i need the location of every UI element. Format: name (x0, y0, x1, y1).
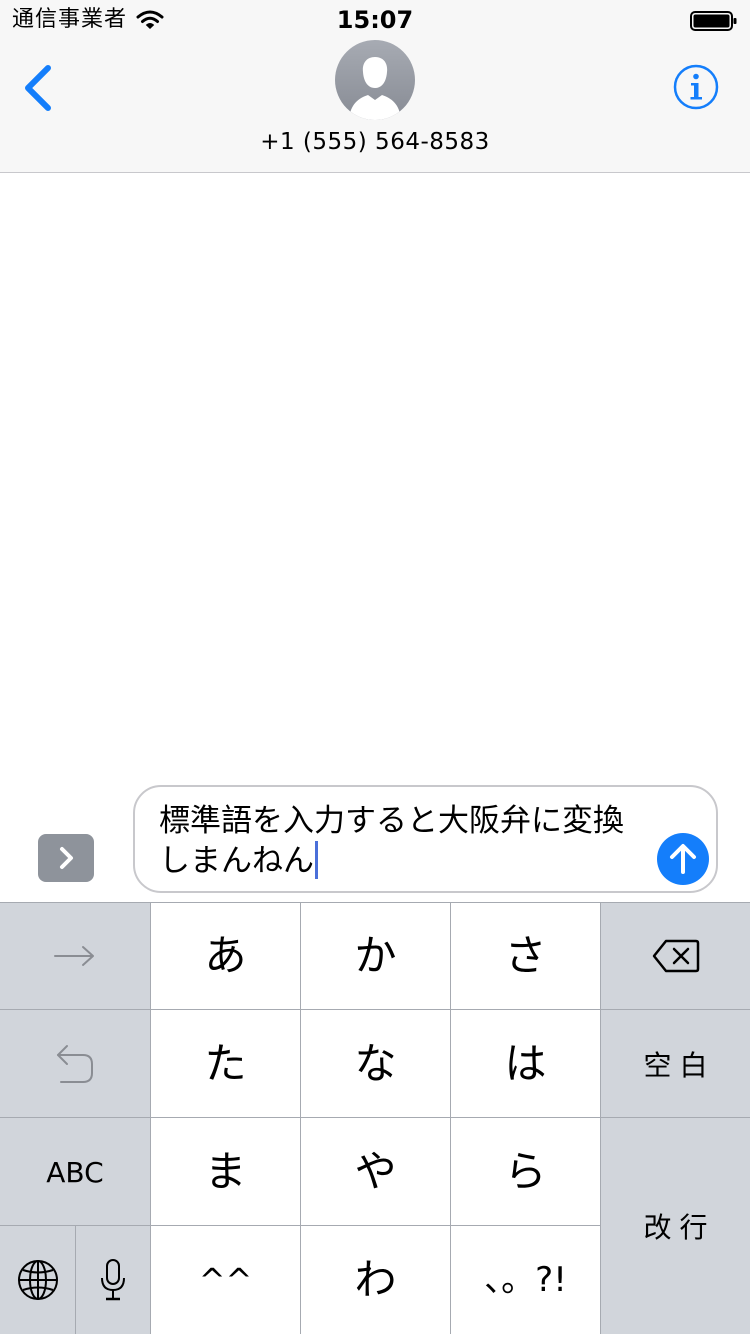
key-sa[interactable]: さ (451, 902, 600, 1010)
return-key-label: 改行 (643, 1211, 716, 1244)
person-silhouette-icon (349, 57, 401, 120)
contact-number[interactable]: +1 (555) 564-8583 (0, 128, 750, 156)
space-key-label: 空白 (643, 1049, 716, 1082)
chevron-right-icon (60, 847, 73, 869)
key-ka[interactable]: か (301, 902, 450, 1010)
microphone-icon (101, 1259, 125, 1301)
key-ra[interactable]: ら (451, 1118, 600, 1226)
kbd-divider (0, 1117, 750, 1118)
message-text-line-1: 標準語を入力すると大阪弁に変換 (159, 803, 624, 839)
next-candidate-key[interactable] (0, 902, 150, 1010)
kbd-divider (300, 902, 301, 1334)
kbd-divider (450, 902, 451, 1334)
key-na[interactable]: な (301, 1010, 450, 1118)
kbd-divider (75, 1226, 76, 1334)
app-drawer-button[interactable] (38, 834, 94, 882)
japanese-kana-keyboard: ABC あ か さ た な は ま や ら ^^ わ 、。?! 空白 改行 (0, 902, 750, 1334)
kbd-divider (600, 902, 601, 1334)
key-ma[interactable]: ま (151, 1118, 300, 1226)
arrow-up-icon (670, 844, 696, 874)
globe-key[interactable] (0, 1226, 75, 1334)
globe-icon (17, 1260, 58, 1300)
message-input[interactable]: 標準語を入力すると大阪弁に変換 しまんねん (133, 785, 718, 893)
undo-key[interactable] (0, 1010, 150, 1118)
key-ha[interactable]: は (451, 1010, 600, 1118)
message-text-line-2: しまんねん (159, 843, 314, 879)
kbd-divider (0, 902, 750, 903)
back-chevron-icon[interactable] (18, 62, 58, 112)
return-key[interactable]: 改行 (601, 1118, 750, 1334)
arrow-right-icon (54, 946, 94, 966)
kbd-divider (601, 1009, 750, 1010)
undo-icon (57, 1045, 93, 1083)
conversation-header: +1 (555) 564-8583 (0, 40, 750, 173)
text-caret (315, 841, 318, 879)
message-text[interactable]: 標準語を入力すると大阪弁に変換 しまんねん (159, 801, 649, 881)
status-bar: 通信事業者 15:07 (0, 0, 750, 40)
contact-avatar[interactable] (335, 40, 415, 120)
key-emoticon[interactable]: ^^ (151, 1226, 300, 1334)
key-ya[interactable]: や (301, 1118, 450, 1226)
message-thread (0, 174, 750, 780)
send-button[interactable] (657, 833, 709, 885)
dictation-key[interactable] (76, 1226, 150, 1334)
key-wa[interactable]: わ (301, 1226, 450, 1334)
status-time: 15:07 (336, 6, 414, 34)
kbd-divider (150, 902, 151, 1334)
info-icon[interactable] (673, 64, 719, 110)
abc-key-label: ABC (46, 1155, 104, 1189)
backspace-icon (652, 939, 699, 973)
space-key[interactable]: 空白 (601, 1010, 750, 1118)
key-punctuation[interactable]: 、。?! (451, 1226, 600, 1334)
abc-key[interactable]: ABC (0, 1118, 150, 1226)
delete-key[interactable] (601, 902, 750, 1010)
battery-icon (690, 11, 737, 31)
key-ta[interactable]: た (151, 1010, 300, 1118)
key-a[interactable]: あ (151, 902, 300, 1010)
